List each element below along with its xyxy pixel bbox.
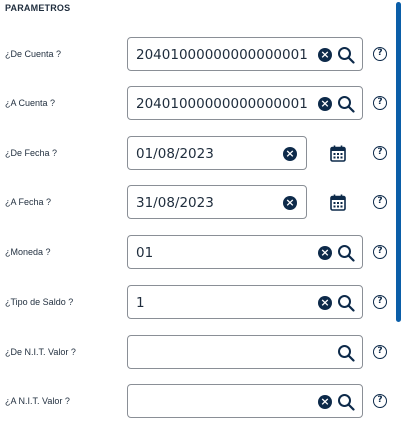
search-icon[interactable] xyxy=(337,294,355,312)
field-label: ¿Tipo de Saldo ? xyxy=(5,297,74,307)
de-fecha-input[interactable]: 01/08/2023 × xyxy=(127,136,307,170)
clear-icon[interactable]: × xyxy=(318,97,332,111)
param-row-de-fecha: ¿De Fecha ? 01/08/2023 × ? xyxy=(0,136,396,172)
clear-icon[interactable]: × xyxy=(318,246,332,260)
param-row-de-cuenta: ¿De Cuenta ? 20401000000000000001 × ? xyxy=(0,37,396,73)
field-value: 01 xyxy=(136,245,154,261)
help-icon[interactable]: ? xyxy=(373,394,387,408)
clear-icon[interactable]: × xyxy=(318,296,332,310)
help-icon[interactable]: ? xyxy=(373,47,387,61)
param-row-moneda: ¿Moneda ? 01 × ? xyxy=(0,235,396,271)
help-icon[interactable]: ? xyxy=(373,195,387,209)
clear-icon[interactable]: × xyxy=(318,48,332,62)
field-label: ¿A Cuenta ? xyxy=(5,98,56,108)
field-value: 20401000000000000001 xyxy=(136,47,308,63)
field-label: ¿A N.I.T. Valor ? xyxy=(5,396,70,406)
field-value: 20401000000000000001 xyxy=(136,96,308,112)
calendar-icon[interactable] xyxy=(330,194,346,211)
param-row-a-fecha: ¿A Fecha ? 31/08/2023 × ? xyxy=(0,185,396,221)
a-cuenta-input[interactable]: 20401000000000000001 × xyxy=(127,86,363,120)
help-icon[interactable]: ? xyxy=(373,245,387,259)
clear-icon[interactable]: × xyxy=(283,196,297,210)
de-nit-input[interactable] xyxy=(127,335,363,369)
clear-icon[interactable]: × xyxy=(318,395,332,409)
section-title: PARAMETROS xyxy=(5,3,71,13)
help-icon[interactable]: ? xyxy=(373,146,387,160)
a-nit-input[interactable]: × xyxy=(127,384,363,418)
search-icon[interactable] xyxy=(337,46,355,64)
search-icon[interactable] xyxy=(337,344,355,362)
param-row-a-nit: ¿A N.I.T. Valor ? × ? xyxy=(0,384,396,420)
search-icon[interactable] xyxy=(337,95,355,113)
tipo-saldo-input[interactable]: 1 × xyxy=(127,285,363,319)
clear-icon[interactable]: × xyxy=(283,147,297,161)
field-value: 31/08/2023 xyxy=(136,195,214,211)
field-label: ¿A Fecha ? xyxy=(5,197,52,207)
search-icon[interactable] xyxy=(337,244,355,262)
de-cuenta-input[interactable]: 20401000000000000001 × xyxy=(127,37,363,71)
help-icon[interactable]: ? xyxy=(373,345,387,359)
help-icon[interactable]: ? xyxy=(373,295,387,309)
scrollbar[interactable] xyxy=(396,2,401,322)
search-icon[interactable] xyxy=(337,393,355,411)
field-label: ¿De Fecha ? xyxy=(5,148,58,158)
field-value: 1 xyxy=(136,295,145,311)
field-label: ¿Moneda ? xyxy=(5,247,51,257)
field-label: ¿De Cuenta ? xyxy=(5,49,62,59)
param-row-de-nit: ¿De N.I.T. Valor ? ? xyxy=(0,335,396,371)
help-icon[interactable]: ? xyxy=(373,96,387,110)
calendar-icon[interactable] xyxy=(330,145,346,162)
param-row-tipo-saldo: ¿Tipo de Saldo ? 1 × ? xyxy=(0,285,396,321)
a-fecha-input[interactable]: 31/08/2023 × xyxy=(127,185,307,219)
param-row-a-cuenta: ¿A Cuenta ? 20401000000000000001 × ? xyxy=(0,86,396,122)
moneda-input[interactable]: 01 × xyxy=(127,235,363,269)
field-value: 01/08/2023 xyxy=(136,146,214,162)
field-label: ¿De N.I.T. Valor ? xyxy=(5,347,76,357)
